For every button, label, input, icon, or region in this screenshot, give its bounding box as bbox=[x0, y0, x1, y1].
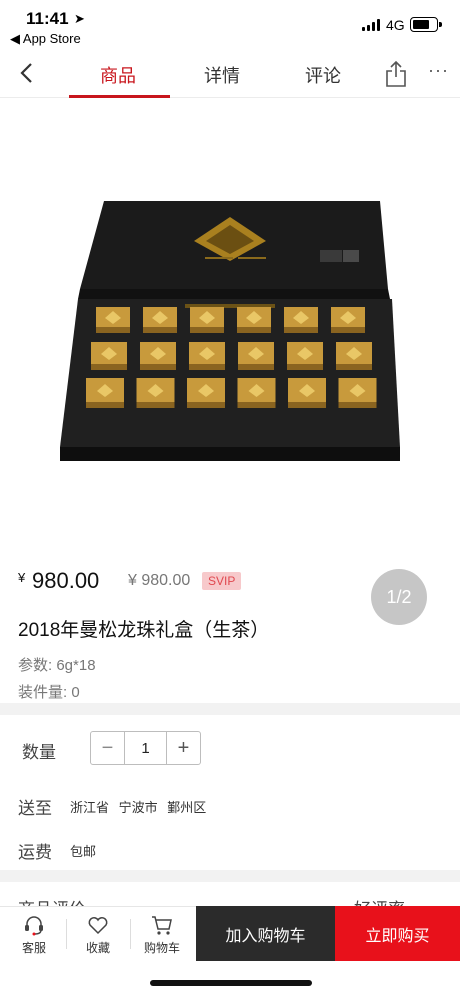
product-spec: 参数: 6g*18 bbox=[18, 657, 96, 674]
currency-symbol: ¥ bbox=[18, 570, 26, 585]
tea-cube-shade bbox=[238, 364, 274, 370]
tea-cube-shade bbox=[91, 364, 127, 370]
network-type: 4G bbox=[386, 17, 405, 33]
tab-detail[interactable]: 详情 bbox=[204, 62, 240, 88]
tea-cube-shade bbox=[331, 327, 365, 333]
customer-service-label: 客服 bbox=[21, 941, 46, 955]
tea-cube-shade bbox=[237, 402, 276, 408]
tea-cube-shade bbox=[190, 327, 224, 333]
location-arrow-icon: ➤ bbox=[74, 11, 85, 26]
ship-to-address[interactable]: 浙江省 宁波市 鄞州区 bbox=[70, 797, 206, 816]
cart-button[interactable]: 购物车 bbox=[130, 907, 194, 961]
tea-gift-box-image bbox=[60, 201, 400, 461]
status-bar: 11:41 ➤ ◀ App Store 4G bbox=[0, 0, 460, 50]
signal-icon bbox=[362, 19, 382, 31]
quantity-plus-button[interactable]: + bbox=[167, 732, 200, 764]
tea-cube-shade bbox=[96, 327, 130, 333]
battery-icon bbox=[410, 17, 442, 32]
product-image[interactable]: 1/2 bbox=[0, 99, 460, 625]
tea-cube-shade bbox=[189, 364, 225, 370]
product-pack-count: 装件量: 0 bbox=[18, 684, 80, 701]
tea-cube-shade bbox=[237, 327, 271, 333]
ship-to-label: 送至 bbox=[18, 799, 52, 818]
tab-review[interactable]: 评论 bbox=[305, 62, 341, 88]
favorite-label: 收藏 bbox=[85, 941, 110, 955]
home-indicator bbox=[150, 980, 312, 986]
quantity-minus-button[interactable]: − bbox=[91, 732, 124, 764]
share-icon[interactable] bbox=[384, 60, 408, 88]
tab-goods[interactable]: 商品 bbox=[100, 62, 136, 88]
price-row: ¥ 980.00 ¥ 980.00 SVIP bbox=[18, 568, 448, 598]
favorite-button[interactable]: 收藏 bbox=[66, 907, 130, 961]
back-icon[interactable] bbox=[14, 60, 40, 86]
tea-cube-shade bbox=[187, 402, 225, 408]
product-title: 2018年曼松龙珠礼盒（生茶） bbox=[18, 620, 270, 641]
quantity-input[interactable]: 1 bbox=[124, 732, 167, 764]
tea-cube-shade bbox=[136, 402, 175, 408]
quantity-stepper: − 1 + bbox=[90, 731, 201, 765]
tea-cube-shade bbox=[336, 364, 372, 370]
back-to-app-store-link[interactable]: ◀ App Store bbox=[10, 31, 81, 47]
headset-icon bbox=[25, 916, 43, 936]
active-tab-underline bbox=[69, 95, 170, 98]
svip-badge: SVIP bbox=[202, 572, 242, 590]
customer-service-button[interactable]: 客服 bbox=[2, 907, 66, 961]
add-to-cart-button[interactable]: 加入购物车 bbox=[196, 906, 335, 961]
tea-cube-shade bbox=[140, 364, 176, 370]
top-nav: 商品 详情 评论 ··· bbox=[0, 50, 460, 98]
quantity-label: 数量 bbox=[22, 743, 56, 762]
more-icon[interactable]: ··· bbox=[428, 60, 449, 81]
shipping-fee-value: 包邮 bbox=[70, 844, 97, 859]
tea-cube-shade bbox=[143, 327, 177, 333]
tea-cube-shade bbox=[284, 327, 318, 333]
cart-label: 购物车 bbox=[143, 941, 180, 955]
tea-cube-shade bbox=[86, 402, 124, 408]
tea-cube-shade bbox=[287, 364, 323, 370]
section-divider bbox=[0, 870, 460, 882]
buy-now-button[interactable]: 立即购买 bbox=[335, 906, 460, 961]
svip-price: ¥ 980.00 bbox=[128, 572, 191, 589]
tea-cube-shade bbox=[338, 402, 377, 408]
shopping-cart-icon bbox=[152, 916, 172, 935]
current-price: 980.00 bbox=[32, 568, 100, 593]
section-divider bbox=[0, 703, 460, 715]
bottom-action-bar: 客服 收藏 购物车 加入购物车 立即购买 bbox=[0, 906, 460, 961]
shipping-fee-label: 运费 bbox=[18, 843, 52, 862]
heart-icon bbox=[88, 917, 108, 935]
status-time: 11:41 bbox=[26, 9, 69, 28]
tea-cube-shade bbox=[288, 402, 326, 408]
